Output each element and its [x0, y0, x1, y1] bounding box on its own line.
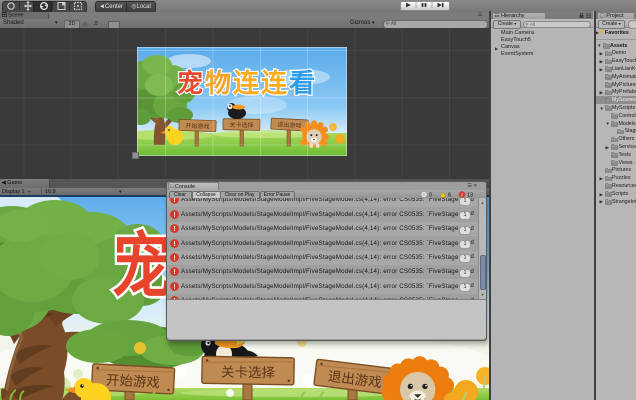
svg-text:开始游戏: 开始游戏	[106, 372, 161, 390]
svg-text:连: 连	[233, 68, 260, 98]
svg-text:!: !	[173, 269, 175, 276]
svg-text:宠: 宠	[177, 68, 203, 98]
svg-text:物: 物	[205, 68, 231, 98]
svg-text:!: !	[173, 226, 175, 233]
svg-text:连: 连	[261, 68, 288, 98]
svg-text:看: 看	[289, 68, 315, 98]
svg-text:关卡选择: 关卡选择	[221, 365, 276, 381]
svg-text:!: !	[173, 240, 175, 247]
svg-text:!: !	[173, 212, 175, 219]
svg-text:!: !	[173, 198, 175, 205]
svg-text:!: !	[173, 284, 175, 291]
svg-text:!: !	[173, 255, 175, 262]
